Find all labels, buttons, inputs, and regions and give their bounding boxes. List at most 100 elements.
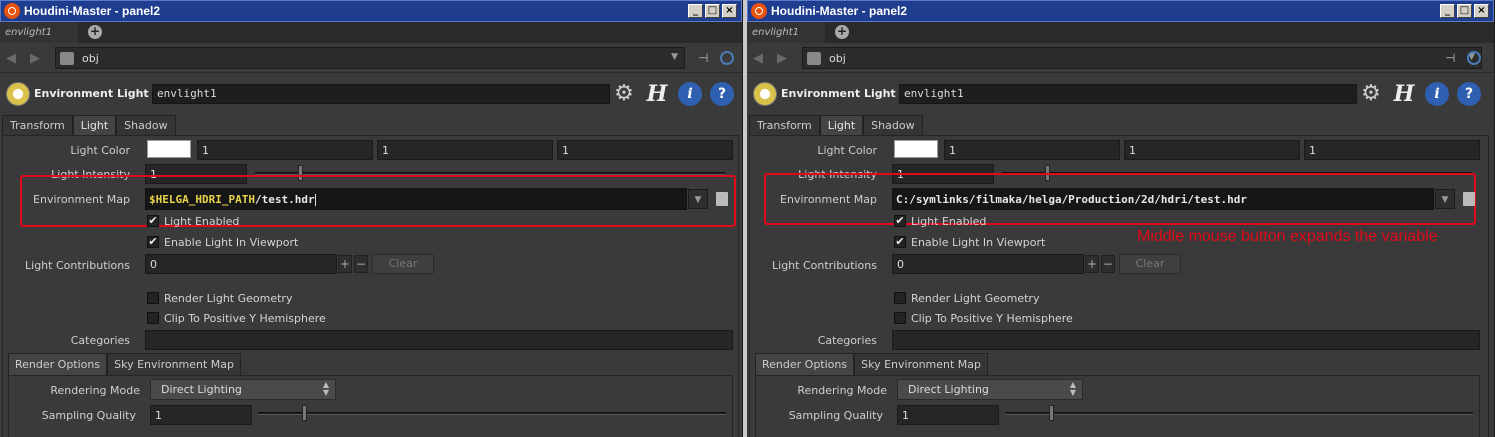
houdini-h-icon[interactable]: H — [645, 82, 669, 106]
forward-arrow-icon[interactable]: ▶ — [30, 51, 40, 66]
environment-map-suffix: /test.hdr — [254, 193, 315, 206]
remove-icon[interactable]: − — [354, 255, 368, 273]
light-enabled-checkbox[interactable]: ✔ — [894, 215, 906, 227]
add-tab-icon[interactable]: + — [835, 25, 849, 39]
window-titlebar[interactable]: Houdini-Master - panel2 _ □ × — [747, 0, 1494, 22]
gear-icon[interactable]: ⚙ — [1359, 82, 1383, 106]
path-text: obj — [82, 52, 99, 65]
node-name-input[interactable]: envlight1 — [899, 84, 1357, 104]
render-subtabs: Render Options Sky Environment Map — [755, 353, 989, 375]
houdini-h-icon[interactable]: H — [1392, 82, 1416, 106]
updown-icon: ▲ ▼ — [322, 380, 329, 397]
file-chooser-icon[interactable] — [716, 192, 728, 206]
categories-input[interactable] — [892, 330, 1480, 350]
environment-map-input[interactable]: $HELGA_HDRI_PATH/test.hdr — [145, 188, 687, 210]
tab-shadow[interactable]: Shadow — [116, 115, 176, 135]
rendering-mode-value: Direct Lighting — [161, 383, 242, 396]
add-tab-icon[interactable]: + — [88, 25, 102, 39]
tab-transform[interactable]: Transform — [2, 115, 73, 135]
tab-render-options[interactable]: Render Options — [755, 353, 855, 375]
houdini-logo-icon — [751, 3, 767, 19]
back-arrow-icon[interactable]: ◀ — [753, 51, 763, 66]
enable-viewport-label: Enable Light In Viewport — [164, 236, 299, 249]
clear-button[interactable]: Clear — [372, 254, 434, 274]
info-icon[interactable]: i — [678, 82, 702, 106]
window-title: Houdini-Master - panel2 — [771, 4, 908, 18]
rendering-mode-dropdown[interactable]: Direct Lighting ▲ ▼ — [897, 379, 1083, 400]
light-color-swatch[interactable] — [894, 140, 938, 158]
tab-light[interactable]: Light — [819, 115, 864, 135]
light-color-b[interactable]: 1 — [557, 140, 733, 160]
sampling-quality-slider[interactable] — [1005, 412, 1473, 415]
obj-icon — [807, 52, 821, 65]
close-button[interactable]: × — [722, 4, 737, 18]
clear-button[interactable]: Clear — [1119, 254, 1181, 274]
window-titlebar[interactable]: Houdini-Master - panel2 _ □ × — [0, 0, 742, 22]
environment-map-label: Environment Map — [33, 193, 130, 206]
tab-sky-environment-map[interactable]: Sky Environment Map — [854, 353, 989, 375]
clip-hemisphere-label: Clip To Positive Y Hemisphere — [164, 312, 326, 325]
node-tab[interactable]: envlight1 — [747, 22, 825, 43]
sampling-quality-slider[interactable] — [258, 412, 726, 415]
minimize-button[interactable]: _ — [688, 4, 703, 18]
light-contributions-input[interactable]: 0 — [145, 254, 337, 274]
light-color-g[interactable]: 1 — [1124, 140, 1300, 160]
minimize-button[interactable]: _ — [1440, 4, 1455, 18]
help-icon[interactable]: ? — [1457, 82, 1481, 106]
sampling-quality-input[interactable]: 1 — [150, 405, 252, 425]
help-icon[interactable]: ? — [710, 82, 734, 106]
enable-viewport-checkbox[interactable]: ✔ — [894, 236, 906, 248]
environment-map-dropdown[interactable]: ▼ — [1435, 189, 1455, 209]
sampling-quality-slider-knob[interactable] — [302, 405, 307, 421]
sampling-quality-label: Sampling Quality — [788, 409, 883, 422]
render-geometry-label: Render Light Geometry — [164, 292, 293, 305]
rendering-mode-dropdown[interactable]: Direct Lighting ▲ ▼ — [150, 379, 336, 400]
parameter-header: Environment Light envlight1 ⚙ H i ? — [0, 76, 742, 112]
remove-icon[interactable]: − — [1101, 255, 1115, 273]
light-color-r[interactable]: 1 — [944, 140, 1120, 160]
node-tab[interactable]: envlight1 — [0, 22, 78, 43]
sampling-quality-input[interactable]: 1 — [897, 405, 999, 425]
light-color-g[interactable]: 1 — [377, 140, 553, 160]
link-icon[interactable] — [720, 51, 734, 65]
enable-viewport-checkbox[interactable]: ✔ — [147, 236, 159, 248]
light-color-r[interactable]: 1 — [197, 140, 373, 160]
light-enabled-label: Light Enabled — [164, 215, 240, 228]
tab-sky-environment-map[interactable]: Sky Environment Map — [107, 353, 242, 375]
maximize-button[interactable]: □ — [1457, 4, 1472, 18]
pin-icon[interactable]: ⊣ — [1445, 51, 1459, 65]
light-contributions-input[interactable]: 0 — [892, 254, 1084, 274]
add-icon[interactable]: + — [1085, 255, 1099, 273]
clip-hemisphere-checkbox[interactable] — [894, 312, 906, 324]
render-geometry-checkbox[interactable] — [147, 292, 159, 304]
path-field[interactable]: obj ▼ — [55, 47, 685, 69]
rendering-mode-value: Direct Lighting — [908, 383, 989, 396]
tab-light[interactable]: Light — [72, 115, 117, 135]
back-arrow-icon[interactable]: ◀ — [6, 51, 16, 66]
pin-icon[interactable]: ⊣ — [698, 51, 712, 65]
light-color-b[interactable]: 1 — [1304, 140, 1480, 160]
gear-icon[interactable]: ⚙ — [612, 82, 636, 106]
add-icon[interactable]: + — [338, 255, 352, 273]
file-chooser-icon[interactable] — [1463, 192, 1475, 206]
chevron-down-icon[interactable]: ▼ — [671, 52, 678, 62]
forward-arrow-icon[interactable]: ▶ — [777, 51, 787, 66]
tab-transform[interactable]: Transform — [749, 115, 820, 135]
close-button[interactable]: × — [1474, 4, 1489, 18]
environment-map-input[interactable]: C:/symlinks/filmaka/helga/Production/2d/… — [892, 188, 1434, 210]
light-enabled-label: Light Enabled — [911, 215, 987, 228]
node-name-input[interactable]: envlight1 — [152, 84, 610, 104]
light-color-swatch[interactable] — [147, 140, 191, 158]
path-field[interactable]: obj ▼ — [802, 47, 1482, 69]
info-icon[interactable]: i — [1425, 82, 1449, 106]
tab-shadow[interactable]: Shadow — [863, 115, 923, 135]
maximize-button[interactable]: □ — [705, 4, 720, 18]
categories-input[interactable] — [145, 330, 733, 350]
link-icon[interactable] — [1467, 51, 1481, 65]
light-enabled-checkbox[interactable]: ✔ — [147, 215, 159, 227]
environment-map-dropdown[interactable]: ▼ — [688, 189, 708, 209]
sampling-quality-slider-knob[interactable] — [1049, 405, 1054, 421]
render-geometry-checkbox[interactable] — [894, 292, 906, 304]
clip-hemisphere-checkbox[interactable] — [147, 312, 159, 324]
tab-render-options[interactable]: Render Options — [8, 353, 108, 375]
